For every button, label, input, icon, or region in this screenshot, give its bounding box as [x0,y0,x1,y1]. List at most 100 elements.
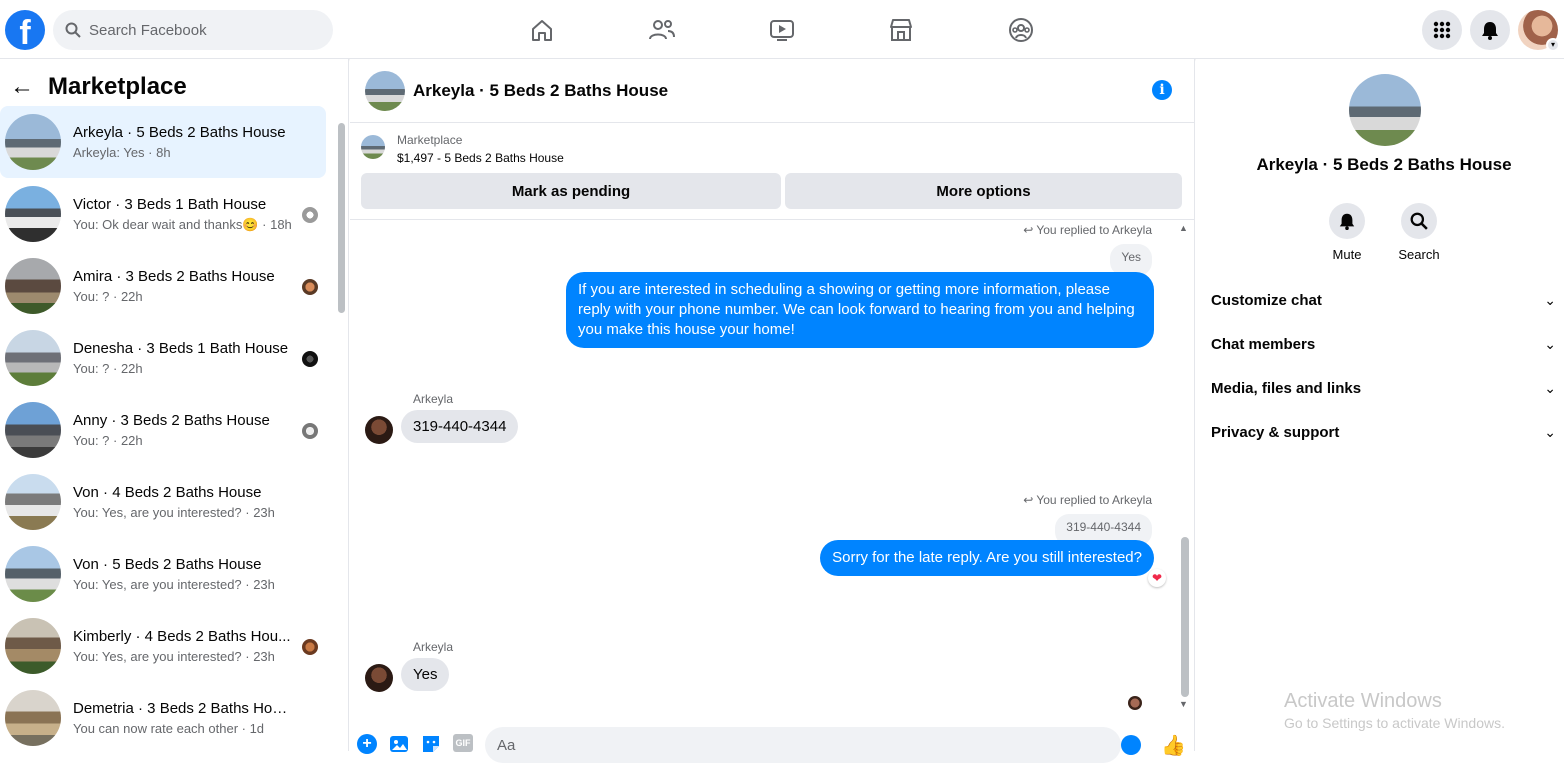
conversation-item[interactable]: Denesha · 3 Beds 1 Bath House You: ? · 22… [0,322,326,394]
listing-thumbnail[interactable] [361,135,385,159]
mute-button[interactable]: Mute [1307,203,1387,262]
scroll-down-arrow-icon[interactable]: ▼ [1179,699,1188,709]
conversation-item[interactable]: Von · 4 Beds 2 Baths House You: Yes, are … [0,466,326,538]
seen-avatar [302,639,318,655]
conversation-item[interactable]: Anny · 3 Beds 2 Baths House You: ? · 22h [0,394,326,466]
chat-members-section[interactable]: Chat members ⌄ [1211,332,1556,356]
back-arrow-icon[interactable]: ← [10,73,34,101]
listing-photo [5,402,61,458]
chat-panel: Arkeyla · 5 Beds 2 Baths House i Marketp… [350,59,1195,763]
privacy-support-section[interactable]: Privacy & support ⌄ [1211,420,1556,444]
conversation-item[interactable]: Demetria · 3 Beds 2 Baths House You can n… [0,682,326,754]
conversation-item[interactable]: Arkeyla · 5 Beds 2 Baths House Arkeyla: Y… [0,106,326,178]
top-navigation-bar: f ▾ [0,0,1564,59]
details-listing-photo[interactable] [1349,74,1421,146]
message-composer: + GIF 👍 [350,721,1195,763]
search-in-conversation-button[interactable]: Search [1379,203,1459,262]
facebook-logo[interactable]: f [5,10,45,50]
conversation-preview: You: Yes, are you interested? · 23h [73,577,275,592]
watermark-subtitle: Go to Settings to activate Windows. [1284,715,1505,731]
seen-avatar [302,279,318,295]
sender-avatar[interactable] [365,416,393,444]
search-box[interactable] [53,10,333,50]
menu-grid-icon[interactable] [1422,10,1462,50]
conversation-item[interactable]: Von · 5 Beds 2 Baths House You: Yes, are … [0,538,326,610]
conversation-title: Victor · 3 Beds 1 Bath House [73,195,267,213]
notifications-icon[interactable] [1470,10,1510,50]
conversation-preview: You: ? · 22h [73,289,143,304]
conversation-list: Arkeyla · 5 Beds 2 Baths House Arkeyla: Y… [0,106,330,754]
message-input[interactable] [485,727,1121,763]
section-label: Privacy & support [1211,423,1340,441]
media-files-links-section[interactable]: Media, files and links ⌄ [1211,376,1556,400]
listing-banner: Marketplace $1,497 - 5 Beds 2 Baths Hous… [350,123,1195,220]
watch-icon[interactable] [766,14,798,46]
heart-reaction-icon[interactable]: ❤ [1148,569,1166,587]
more-options-button[interactable]: More options [785,173,1182,209]
conversation-title: Amira · 3 Beds 2 Baths House [73,268,275,285]
chevron-down-icon: ⌄ [1544,335,1556,352]
conversation-title: Arkeyla · 5 Beds 2 Baths House [73,124,286,141]
chat-scrollbar[interactable] [1181,537,1189,697]
chevron-down-icon: ⌄ [1544,291,1556,308]
gif-icon[interactable]: GIF [453,734,473,752]
listing-photo [5,330,61,386]
mark-pending-button[interactable]: Mark as pending [361,173,781,209]
customize-chat-section[interactable]: Customize chat ⌄ [1211,288,1556,312]
bell-icon [1329,203,1365,239]
account-avatar[interactable]: ▾ [1518,10,1560,52]
conversation-preview: You: Yes, are you interested? · 23h [73,505,275,520]
conversation-preview: You can now rate each other · 1d [73,721,265,736]
thumbs-up-icon[interactable]: 👍 [1161,733,1186,758]
listing-photo [5,258,61,314]
outgoing-message[interactable]: Sorry for the late reply. Are you still … [820,540,1154,576]
section-label: Chat members [1211,335,1316,353]
conversation-preview: You: Ok dear wait and thanks😊 · 18h [73,216,292,232]
conversation-item[interactable]: Kimberly · 4 Beds 2 Baths Hou... You: Yes… [0,610,326,682]
windows-activation-watermark: Activate Windows Go to Settings to activ… [1284,690,1505,731]
conversation-preview: You: ? · 22h [73,433,143,448]
photo-icon[interactable] [389,734,409,754]
marketplace-icon[interactable] [885,14,917,46]
chat-title[interactable]: Arkeyla · 5 Beds 2 Baths House [413,81,668,101]
listing-price[interactable]: $1,497 - 5 Beds 2 Baths House [397,151,564,165]
conversation-title: Von · 5 Beds 2 Baths House [73,556,262,573]
search-icon [65,22,81,38]
groups-icon[interactable] [1005,14,1037,46]
seen-avatar [302,423,318,439]
friends-icon[interactable] [646,14,678,46]
outgoing-message[interactable]: If you are interested in scheduling a sh… [566,272,1154,348]
chat-listing-photo[interactable] [365,70,405,111]
info-icon[interactable]: i [1152,80,1172,100]
conversation-details-panel: Arkeyla · 5 Beds 2 Baths House Mute Sear… [1196,59,1564,751]
chevron-down-icon: ⌄ [1544,423,1556,440]
reply-icon: ↩ [1023,493,1037,507]
add-more-icon[interactable]: + [357,734,377,754]
sticker-icon[interactable] [421,734,441,754]
message-thread: ↩ You replied to Arkeyla Yes If you are … [350,221,1180,721]
chevron-down-icon[interactable]: ▾ [1546,38,1560,52]
search-input[interactable] [89,21,309,39]
sender-avatar[interactable] [365,664,393,692]
conversation-preview: You: Yes, are you interested? · 23h [73,649,275,664]
listing-source: Marketplace [397,133,463,147]
seen-avatar [302,207,318,223]
reply-text: You replied to Arkeyla [1036,493,1152,507]
incoming-message[interactable]: 319-440-4344 [401,410,519,443]
incoming-message[interactable]: Yes [401,658,450,691]
conversation-title: Demetria · 3 Beds 2 Baths House [73,700,295,717]
conversation-item[interactable]: Victor · 3 Beds 1 Bath House You: Ok dear… [0,178,326,250]
marketplace-sidebar: ← Marketplace Arkeyla · 5 Beds 2 Baths H… [0,59,349,751]
watermark-title: Activate Windows [1284,690,1442,712]
home-icon[interactable] [526,14,558,46]
conversation-item[interactable]: Amira · 3 Beds 2 Baths House You: ? · 22h [0,250,326,322]
emoji-icon[interactable] [1121,735,1141,755]
search-icon [1401,203,1437,239]
seen-avatar [1128,696,1142,710]
sender-name: Arkeyla [413,640,454,654]
mute-label: Mute [1332,247,1362,262]
sidebar-scrollbar[interactable] [338,123,345,313]
conversation-preview: You: ? · 22h [73,361,143,376]
scroll-up-arrow-icon[interactable]: ▲ [1179,223,1188,233]
details-title: Arkeyla · 5 Beds 2 Baths House [1256,155,1512,174]
